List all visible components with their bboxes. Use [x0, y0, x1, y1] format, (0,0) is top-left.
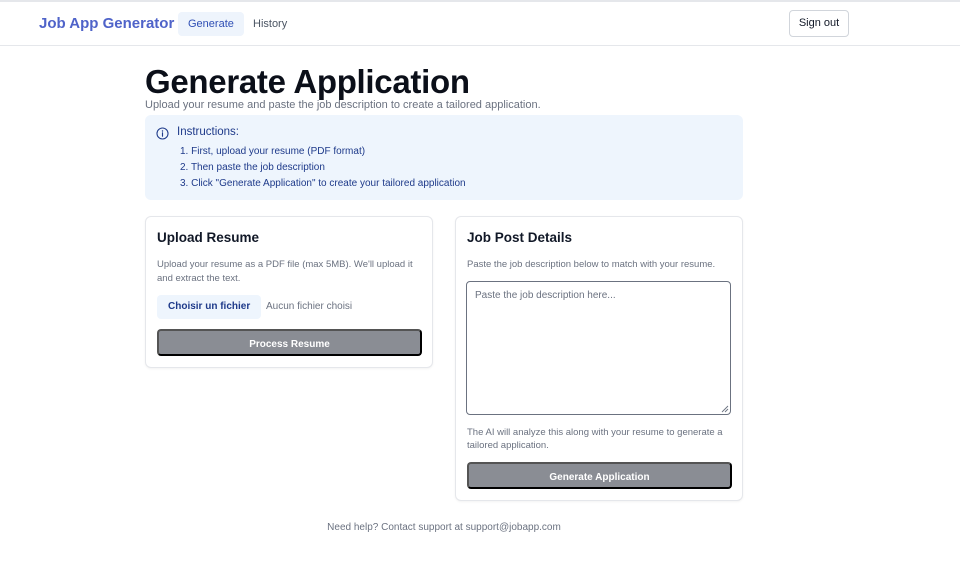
instructions-panel: Instructions: 1. First, upload your resu… [145, 115, 743, 200]
upload-resume-title: Upload Resume [157, 230, 260, 245]
instruction-step: 1. First, upload your resume (PDF format… [180, 146, 366, 157]
brand-logo-link[interactable]: Job App Generator [39, 15, 174, 32]
job-post-card: Job Post Details Paste the job descripti… [455, 216, 743, 501]
instructions-title: Instructions: [177, 126, 239, 138]
instruction-step: 2. Then paste the job description [180, 162, 325, 173]
resize-handle-icon[interactable] [721, 405, 729, 413]
upload-resume-card: Upload Resume Upload your resume as a PD… [145, 216, 433, 368]
upload-resume-description: Upload your resume as a PDF file (max 5M… [157, 259, 413, 284]
tab-generate[interactable]: Generate [178, 12, 244, 36]
job-post-title: Job Post Details [467, 230, 573, 245]
instruction-step: 3. Click "Generate Application" to creat… [180, 178, 466, 189]
job-post-description: Paste the job description below to match… [467, 259, 716, 270]
job-post-hint: The AI will analyze this along with your… [467, 427, 723, 451]
sign-out-button[interactable]: Sign out [789, 10, 849, 37]
info-icon [156, 127, 169, 140]
file-status-text: Aucun fichier choisi [266, 301, 353, 312]
top-navbar: Job App Generator Generate History Sign … [0, 2, 960, 46]
instructions-list: 1. First, upload your resume (PDF format… [180, 144, 466, 192]
footer-help-text: Need help? Contact support at support@jo… [327, 522, 561, 533]
job-description-input[interactable] [466, 281, 731, 415]
process-resume-button[interactable]: Process Resume [157, 329, 422, 356]
tab-history[interactable]: History [243, 12, 297, 36]
choose-file-button[interactable]: Choisir un fichier [157, 295, 262, 319]
page-title: Generate Application [145, 63, 470, 100]
page-subtitle: Upload your resume and paste the job des… [145, 99, 541, 111]
generate-application-button[interactable]: Generate Application [467, 462, 732, 489]
